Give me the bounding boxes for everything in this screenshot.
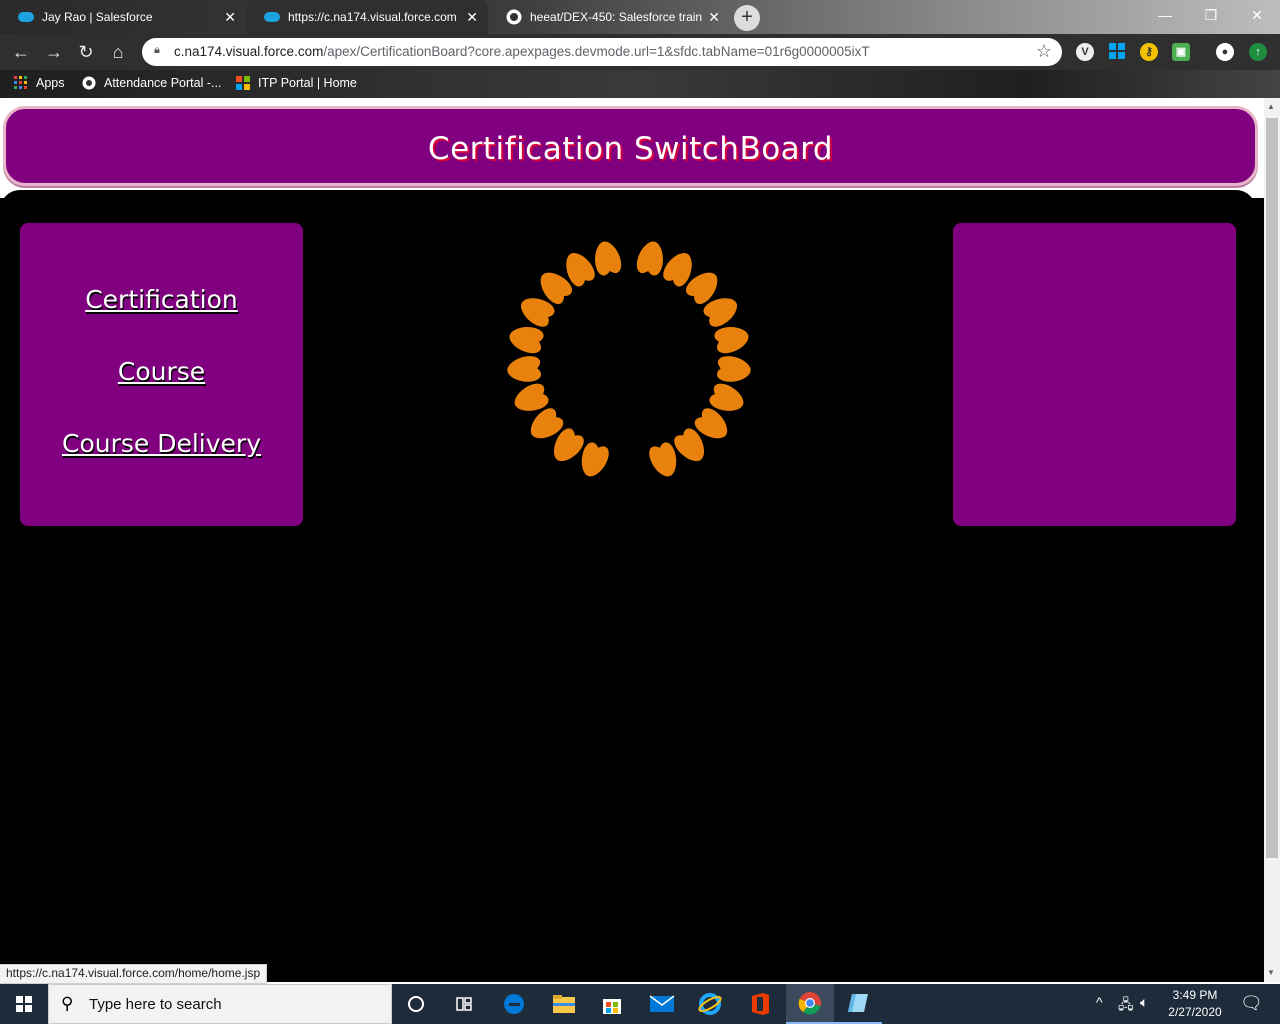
url-text[interactable]: c.na174.visual.force.com/apex/Certificat…	[174, 44, 870, 59]
bookmark-label: ITP Portal | Home	[258, 76, 357, 90]
salesforce-cloud-icon	[264, 9, 280, 25]
laurel-wreath-image	[507, 241, 751, 477]
url-host: c.na174.visual.force.com	[174, 44, 324, 59]
tab-label: heeat/DEX-450: Salesforce trainin	[530, 10, 702, 24]
office-button[interactable]	[736, 984, 784, 1024]
store-button[interactable]	[588, 984, 636, 1024]
forward-button[interactable]: →	[42, 40, 66, 64]
restore-button[interactable]: ❐	[1188, 0, 1234, 30]
profile-avatar-icon[interactable]: ●	[1216, 43, 1234, 61]
navigation-panel: Certification Course Course Delivery	[20, 223, 303, 526]
edge-browser-icon	[504, 994, 524, 1014]
salesforce-cloud-icon	[18, 9, 34, 25]
pinned-app-button[interactable]	[834, 984, 882, 1024]
task-view-icon	[456, 997, 472, 1011]
course-link[interactable]: Course	[20, 357, 303, 386]
globe-icon	[82, 76, 96, 90]
minimize-button[interactable]: —	[1142, 0, 1188, 30]
home-button[interactable]: ⌂	[106, 40, 130, 64]
new-tab-button[interactable]: +	[734, 5, 760, 31]
bookmark-label: Attendance Portal -...	[104, 76, 222, 90]
search-placeholder: Type here to search	[89, 996, 222, 1013]
action-center-icon[interactable]: 🗨︎	[1240, 993, 1263, 1014]
tab-jay-rao-salesforce[interactable]: Jay Rao | Salesforce ✕	[0, 0, 246, 34]
show-hidden-icons-icon[interactable]: ^	[1096, 994, 1103, 1010]
cortana-button[interactable]	[392, 984, 440, 1024]
tab-github-dex450[interactable]: heeat/DEX-450: Salesforce trainin ✕	[488, 0, 730, 34]
network-icon[interactable]: 🖧︎	[1118, 994, 1134, 1018]
edge-button[interactable]	[490, 984, 538, 1024]
volume-muted-icon[interactable]: 🔈︎	[1140, 994, 1148, 1011]
certification-link[interactable]: Certification	[20, 285, 303, 314]
tab-label: Jay Rao | Salesforce	[42, 10, 153, 24]
scroll-up-arrow-icon[interactable]: ▲	[1267, 102, 1275, 111]
cortana-circle-icon	[408, 996, 424, 1012]
scroll-down-arrow-icon[interactable]: ▼	[1267, 968, 1275, 977]
mail-button[interactable]	[638, 984, 686, 1024]
office-logo-icon	[752, 993, 769, 1015]
github-icon	[506, 9, 522, 25]
status-bar-url: https://c.na174.visual.force.com/home/ho…	[0, 964, 268, 984]
browser-tab-strip: Jay Rao | Salesforce ✕ https://c.na174.v…	[0, 0, 1280, 34]
scrollbar-thumb[interactable]	[1266, 118, 1278, 858]
windows-logo-icon	[236, 76, 250, 90]
task-view-button[interactable]	[440, 984, 488, 1024]
page-title: Certification SwitchBoard	[427, 131, 834, 167]
update-arrow-icon[interactable]: ↑	[1249, 43, 1267, 61]
clock-time: 3:49 PM	[1172, 988, 1218, 1002]
lock-icon[interactable]: 🔒︎	[154, 44, 164, 58]
close-window-button[interactable]: ✕	[1234, 0, 1280, 30]
chrome-logo-icon	[798, 992, 821, 1015]
internet-explorer-icon	[698, 993, 722, 1015]
address-bar[interactable]: 🔒︎ c.na174.visual.force.com/apex/Certifi…	[142, 38, 1062, 66]
apps-grid-icon	[14, 76, 27, 89]
close-tab-icon[interactable]: ✕	[466, 9, 478, 26]
windows-extension-icon[interactable]	[1108, 43, 1126, 61]
start-button[interactable]	[0, 984, 48, 1024]
bookmark-apps[interactable]: Apps	[14, 76, 65, 90]
chrome-button[interactable]	[786, 984, 834, 1024]
bookmark-label: Apps	[36, 76, 65, 90]
page-scrollbar[interactable]: ▲ ▼	[1264, 98, 1280, 982]
bookmark-attendance-portal[interactable]: Attendance Portal -...	[82, 76, 221, 90]
search-icon: ⚲	[61, 994, 74, 1013]
taskbar-search-box[interactable]: ⚲ Type here to search	[48, 984, 392, 1024]
vimeo-extension-icon[interactable]: V	[1076, 43, 1094, 61]
windows-taskbar: ⚲ Type here to search ^ 🖧︎ 🔈︎ 3:49 PM 2/…	[0, 984, 1280, 1024]
taskbar-clock[interactable]: 3:49 PM 2/27/2020	[1160, 987, 1230, 1021]
page-viewport: Certification SwitchBoard Certification …	[0, 98, 1264, 982]
page-header: Certification SwitchBoard	[3, 106, 1258, 186]
tab-label: https://c.na174.visual.force.com/	[288, 10, 456, 24]
reload-button[interactable]: ↻	[74, 40, 98, 64]
mail-envelope-icon	[649, 995, 675, 1012]
file-explorer-button[interactable]	[540, 984, 588, 1024]
close-tab-icon[interactable]: ✕	[708, 9, 720, 26]
store-bag-icon	[603, 999, 621, 1014]
windows-start-icon	[16, 996, 32, 1012]
eraser-app-icon	[848, 994, 868, 1012]
right-panel	[953, 223, 1236, 526]
lock-extension-icon[interactable]: ▣	[1172, 43, 1190, 61]
internet-explorer-button[interactable]	[686, 984, 734, 1024]
bookmark-itp-portal[interactable]: ITP Portal | Home	[236, 76, 357, 90]
key-extension-icon[interactable]: ⚷	[1140, 43, 1158, 61]
clock-date: 2/27/2020	[1168, 1005, 1222, 1019]
course-delivery-link[interactable]: Course Delivery	[20, 429, 303, 458]
bookmarks-bar: Apps Attendance Portal -... ITP Portal |…	[0, 70, 1280, 98]
url-path: /apex/CertificationBoard?core.apexpages.…	[323, 44, 870, 59]
folder-icon	[553, 995, 575, 1013]
back-button[interactable]: ←	[9, 40, 33, 64]
close-tab-icon[interactable]: ✕	[224, 9, 236, 26]
bookmark-star-icon[interactable]: ☆	[1036, 41, 1052, 62]
browser-toolbar: ← → ↻ ⌂ 🔒︎ c.na174.visual.force.com/apex…	[0, 34, 1280, 70]
tab-visual-force[interactable]: https://c.na174.visual.force.com/ ✕	[246, 0, 488, 34]
